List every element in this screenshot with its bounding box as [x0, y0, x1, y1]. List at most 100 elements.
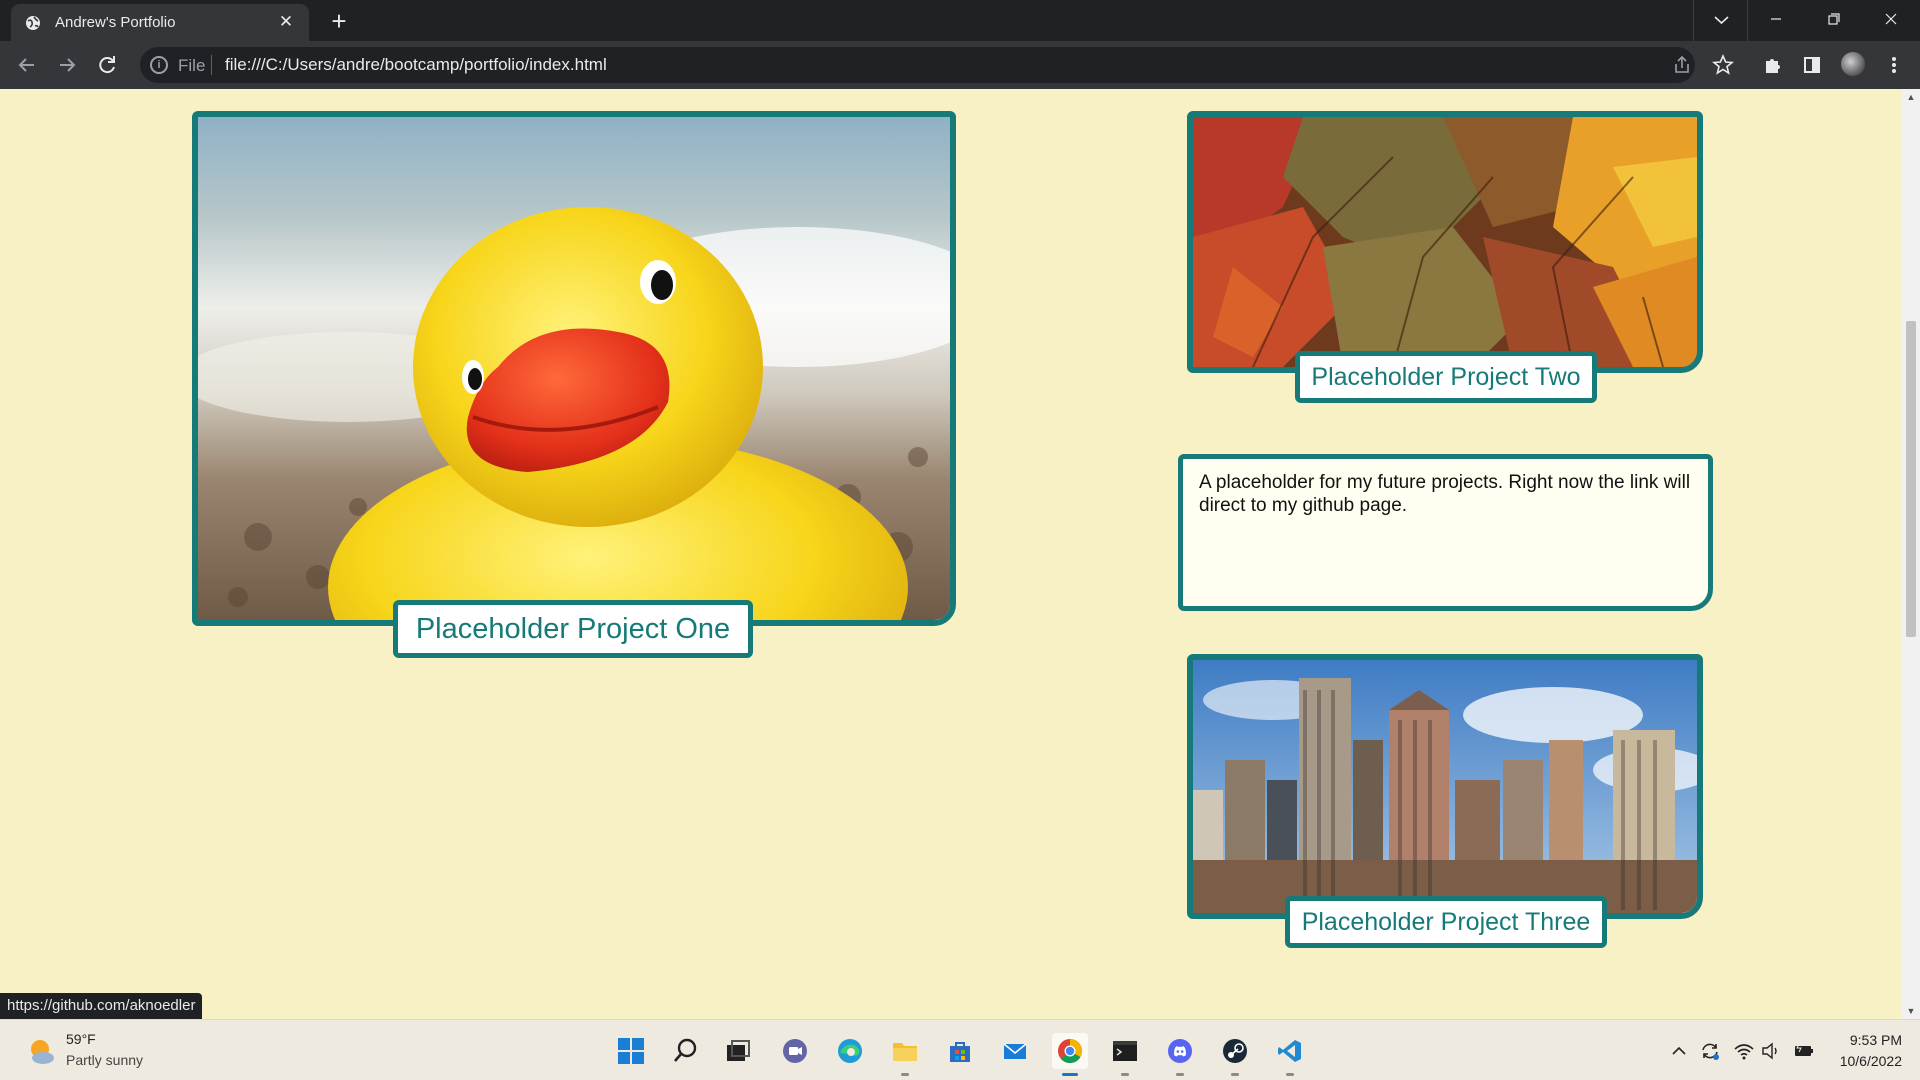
file-explorer-button[interactable] [887, 1033, 923, 1076]
vscode-icon [1278, 1040, 1301, 1062]
running-indicator [1121, 1073, 1129, 1076]
project-two-card[interactable] [1187, 111, 1703, 373]
start-button[interactable] [613, 1033, 649, 1069]
weather-temperature: 59°F [66, 1031, 96, 1047]
side-panel-button[interactable] [1798, 51, 1826, 79]
site-info-icon[interactable]: i [150, 56, 168, 74]
taskbar-search-button[interactable] [668, 1033, 704, 1069]
file-scheme-label: File [178, 56, 206, 75]
discord-button[interactable] [1162, 1033, 1198, 1076]
project-three-title[interactable]: Placeholder Project Three [1285, 896, 1607, 948]
weather-description: Partly sunny [66, 1052, 144, 1068]
battery-button[interactable] [1793, 1040, 1815, 1062]
clock-date: 10/6/2022 [1839, 1053, 1902, 1069]
discord-icon [1168, 1039, 1192, 1063]
microsoft-store-button[interactable] [942, 1033, 978, 1069]
mail-button[interactable] [997, 1033, 1033, 1069]
chevron-up-icon [1672, 1046, 1686, 1055]
arrow-right-icon [60, 58, 76, 72]
running-indicator [1062, 1073, 1078, 1076]
forward-button[interactable] [53, 51, 81, 79]
url-text[interactable]: file:///C:/Users/andre/bootcamp/portfoli… [225, 55, 607, 75]
new-tab-button[interactable]: + [325, 7, 353, 35]
rubber-duck-photo [198, 117, 950, 620]
address-bar[interactable]: i File file:///C:/Users/andre/bootcamp/p… [140, 47, 1695, 83]
terminal-button[interactable] [1107, 1033, 1143, 1076]
project-description: A placeholder for my future projects. Ri… [1178, 454, 1713, 611]
side-panel-icon [1804, 57, 1820, 73]
tab-search-button[interactable] [1693, 0, 1748, 41]
city-skyline-photo [1193, 660, 1697, 913]
reload-icon [99, 56, 115, 74]
steam-button[interactable] [1217, 1033, 1253, 1076]
teams-chat-icon [783, 1039, 807, 1063]
mail-icon [1003, 1043, 1027, 1059]
vscode-button[interactable] [1272, 1033, 1308, 1076]
page-viewport: Placeholder Project One Placeholder Proj… [0, 89, 1902, 1019]
extensions-button[interactable] [1758, 51, 1786, 79]
puzzle-icon [1766, 59, 1780, 73]
running-indicator [1286, 1073, 1294, 1076]
share-icon [1675, 55, 1689, 73]
browser-tab-bar: Andrew's Portfolio ✕ + [0, 0, 1920, 41]
project-two-title[interactable]: Placeholder Project Two [1295, 351, 1597, 403]
browser-menu-button[interactable] [1880, 51, 1908, 79]
project-one-card[interactable] [192, 111, 956, 626]
steam-icon [1223, 1039, 1247, 1063]
reload-button[interactable] [93, 51, 121, 79]
restore-button[interactable] [1806, 0, 1862, 41]
teams-chat-button[interactable] [777, 1033, 813, 1069]
folder-icon [893, 1043, 917, 1061]
back-button[interactable] [13, 51, 41, 79]
close-icon [1885, 13, 1897, 25]
page-scrollbar[interactable]: ▲ ▼ [1902, 89, 1920, 1019]
link-status-bubble: https://github.com/aknoedler [0, 993, 203, 1019]
running-indicator [1231, 1073, 1239, 1076]
restore-icon [1828, 13, 1840, 25]
show-hidden-icons-button[interactable] [1668, 1040, 1690, 1062]
globe-icon [26, 16, 40, 30]
wifi-button[interactable] [1733, 1040, 1755, 1062]
running-indicator [1176, 1073, 1184, 1076]
sync-icon [1702, 1043, 1719, 1060]
scroll-down-arrow[interactable]: ▼ [1902, 1003, 1920, 1019]
chevron-down-icon [1714, 16, 1729, 25]
scroll-thumb[interactable] [1906, 321, 1916, 637]
chrome-button[interactable] [1052, 1033, 1088, 1076]
sync-tray-button[interactable] [1699, 1040, 1721, 1062]
edge-icon [838, 1039, 862, 1063]
star-icon [1711, 53, 1735, 75]
close-window-button[interactable] [1864, 0, 1920, 41]
browser-tab[interactable]: Andrew's Portfolio ✕ [11, 4, 309, 41]
tab-title: Andrew's Portfolio [55, 14, 176, 31]
minimize-icon [1771, 18, 1781, 20]
browser-toolbar: i File file:///C:/Users/andre/bootcamp/p… [0, 41, 1920, 89]
autumn-leaves-photo [1193, 117, 1697, 367]
bookmark-button[interactable] [1709, 51, 1737, 79]
clock-time: 9:53 PM [1849, 1032, 1902, 1048]
scroll-up-arrow[interactable]: ▲ [1902, 89, 1920, 105]
share-button[interactable] [1668, 51, 1696, 79]
volume-button[interactable] [1760, 1040, 1782, 1062]
close-tab-icon[interactable]: ✕ [277, 13, 295, 31]
speaker-icon [1762, 1042, 1777, 1060]
edge-button[interactable] [832, 1033, 868, 1069]
windows-start-icon [618, 1038, 644, 1064]
minimize-button[interactable] [1748, 0, 1804, 41]
terminal-icon [1113, 1041, 1137, 1061]
task-view-icon [727, 1040, 750, 1061]
partly-sunny-icon [31, 1040, 54, 1064]
arrow-left-icon [18, 58, 34, 72]
project-one-title[interactable]: Placeholder Project One [393, 600, 753, 658]
windows-taskbar: 59°F Partly sunny 9:53 PM 10/6/2022 [0, 1019, 1920, 1080]
store-icon [950, 1042, 970, 1062]
wifi-icon [1734, 1044, 1754, 1060]
task-view-button[interactable] [720, 1033, 756, 1069]
chrome-icon [1058, 1039, 1083, 1064]
profile-avatar[interactable] [1841, 52, 1865, 76]
project-three-card[interactable] [1187, 654, 1703, 919]
more-vert-icon [1892, 57, 1896, 73]
running-indicator [901, 1073, 909, 1076]
search-icon [674, 1038, 697, 1062]
omnibox-divider [211, 55, 212, 75]
